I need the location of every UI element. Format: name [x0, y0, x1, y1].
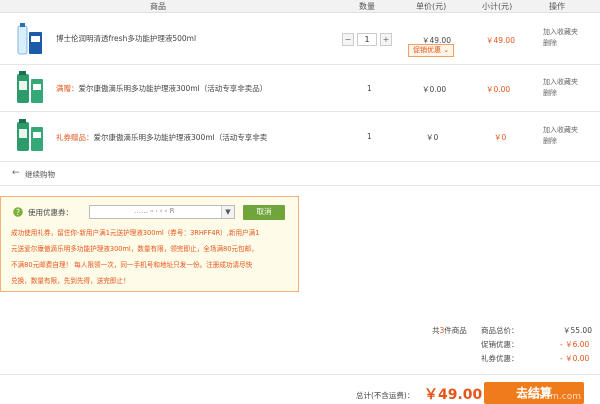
svg-text:?: ?: [16, 208, 20, 217]
cancel-coupon-button[interactable]: 取消: [243, 205, 285, 220]
row-operations: 加入收藏夹 删除: [543, 77, 578, 99]
header-product: 商品: [150, 2, 166, 11]
delete-link[interactable]: 删除: [543, 136, 578, 147]
arrow-left-icon: ←: [12, 168, 20, 178]
coupon-select-value: …… ፡፡ ፡ ‹ ‹ R: [134, 207, 175, 215]
header-operations: 操作: [549, 2, 565, 11]
chevron-down-icon: ⌄: [443, 46, 450, 54]
delete-link[interactable]: 删除: [543, 38, 578, 49]
continue-shopping-link[interactable]: 继续购物: [25, 169, 55, 180]
grand-total-value: ￥49.00: [424, 387, 483, 403]
product-name-link[interactable]: 礼券赠品：爱尔康傲滴乐明多功能护理液300ml（活动专享非卖: [56, 132, 267, 143]
coupon-label: 使用优惠券：: [28, 208, 73, 217]
unit-price: ￥0: [426, 133, 439, 142]
total-value: ￥55.00: [563, 326, 592, 335]
total-label: 商品总价：: [481, 326, 519, 335]
quantity-increase-button[interactable]: +: [380, 33, 392, 46]
header-quantity: 数量: [359, 2, 375, 11]
coupon-discount-value: - ￥0.00: [560, 354, 590, 363]
coupon-message: 成功使用礼券，留住你-新用户满1元送护理液300ml（券号：3RHFF4R）,新…: [11, 225, 297, 289]
cart-row: 礼券赠品：爱尔康傲滴乐明多功能护理液300ml（活动专享非卖 1 ￥0 ￥0 加…: [0, 112, 600, 162]
unit-price: ￥0.00: [422, 85, 447, 94]
coupon-discount-label: 礼券优惠：: [481, 354, 519, 363]
product-thumbnail[interactable]: [14, 71, 46, 105]
coupon-panel: ? 使用优惠券： …… ፡፡ ፡ ‹ ‹ R ▼ 取消 成功使用礼券，留住你-新…: [0, 196, 299, 292]
row-operations: 加入收藏夹 删除: [543, 125, 578, 147]
add-to-favorites-link[interactable]: 加入收藏夹: [543, 125, 578, 136]
cart-table-header: 商品 数量 单价(元) 小计(元) 操作: [0, 0, 600, 13]
item-count: 共3件商品: [432, 326, 467, 335]
product-name-link[interactable]: 满赠：爱尔康傲滴乐明多功能护理液300ml（活动专享非卖品）: [56, 83, 267, 94]
cart-row: 满赠：爱尔康傲滴乐明多功能护理液300ml（活动专享非卖品） 1 ￥0.00 ￥…: [0, 65, 600, 112]
quantity-value: 1: [367, 132, 372, 141]
product-thumbnail[interactable]: [14, 119, 46, 153]
promo-dropdown[interactable]: 促销优惠 ⌄: [408, 44, 455, 57]
promo-discount-label: 促销优惠：: [481, 340, 519, 349]
help-icon: ?: [13, 207, 23, 217]
grand-total-label: 总计(不含运费)：: [356, 391, 415, 400]
chevron-down-icon[interactable]: ▼: [221, 206, 234, 218]
delete-link[interactable]: 删除: [543, 88, 578, 99]
subtotal: ￥0: [494, 133, 507, 142]
subtotal: ￥0.00: [486, 85, 511, 94]
coupon-message-line: 元送爱尔康傲滴乐明多功能护理液300ml，数量有限，领完即止，全场满80元包邮，: [11, 245, 258, 253]
add-to-favorites-link[interactable]: 加入收藏夹: [543, 77, 578, 88]
add-to-favorites-link[interactable]: 加入收藏夹: [543, 27, 578, 38]
cart-row: 博士伦润明清透fresh多功能护理液500ml − 1 + ￥49.00 促销优…: [0, 14, 600, 65]
subtotal: ￥49.00: [486, 36, 515, 45]
header-unit-price: 单价(元): [416, 2, 447, 11]
product-thumbnail[interactable]: [14, 22, 46, 56]
row-operations: 加入收藏夹 删除: [543, 27, 578, 49]
summary-divider: [0, 374, 600, 375]
quantity-value: 1: [367, 84, 372, 93]
continue-shopping-bar: ← 继续购物: [0, 162, 600, 186]
coupon-select[interactable]: …… ፡፡ ፡ ‹ ‹ R ▼: [89, 205, 235, 219]
quantity-decrease-button[interactable]: −: [342, 33, 354, 46]
coupon-message-line: 成功使用礼券，留住你-新用户满1元送护理液300ml（券号：3RHFF4R）,新…: [11, 229, 260, 237]
coupon-message-line: 不满80元邮费自理！ 每人限领一次，同一手机号和地址只发一份。注册成功请尽快: [11, 261, 253, 269]
promo-discount-value: - ￥6.00: [560, 340, 590, 349]
product-name-link[interactable]: 博士伦润明清透fresh多功能护理液500ml: [56, 33, 196, 44]
watermark: Lifehium.com: [520, 392, 581, 402]
order-summary: 共3件商品 商品总价： ￥55.00 促销优惠： - ￥6.00 礼券优惠： -…: [0, 318, 600, 368]
header-subtotal: 小计(元): [482, 2, 513, 11]
quantity-input[interactable]: 1: [357, 33, 377, 46]
coupon-message-line: 兑换，数量有限，先到先得，送完即止！: [11, 277, 130, 285]
